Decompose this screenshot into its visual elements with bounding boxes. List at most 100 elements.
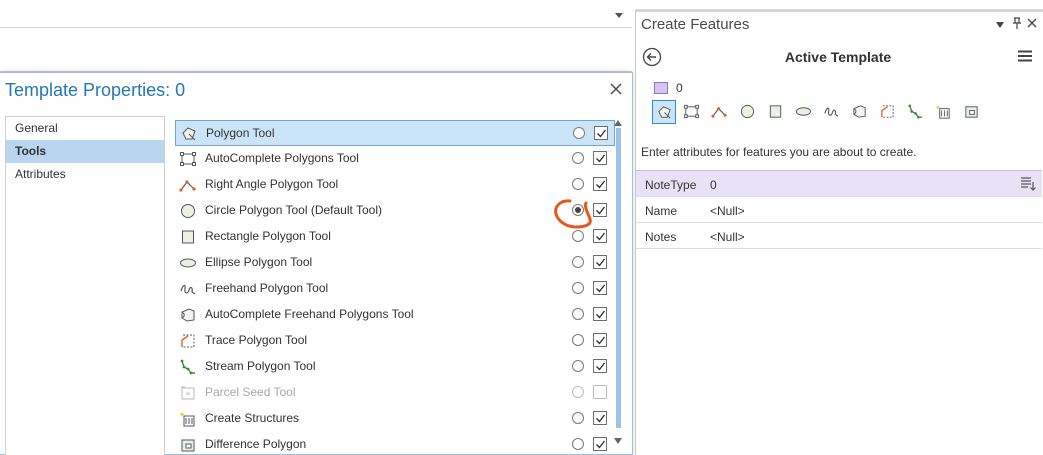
tool-row[interactable]: Right Angle Polygon Tool (175, 172, 615, 198)
field-list-icon[interactable] (1020, 176, 1036, 192)
tool-row[interactable]: Polygon Tool (175, 120, 615, 146)
scroll-up-icon[interactable] (614, 120, 622, 126)
nav-item-attributes[interactable]: Attributes (6, 163, 164, 186)
default-tool-radio[interactable] (572, 360, 584, 372)
default-tool-radio[interactable] (572, 438, 584, 450)
default-tool-radio[interactable] (572, 178, 584, 190)
default-tool-radio[interactable] (572, 152, 584, 164)
close-icon[interactable] (610, 83, 622, 95)
active-template-heading: Active Template (784, 49, 892, 65)
circle-icon (181, 204, 195, 218)
hamburger-menu-icon[interactable] (1018, 50, 1032, 62)
dialog-title: Template Properties: 0 (5, 80, 186, 100)
tool-enabled-checkbox[interactable] (593, 151, 607, 165)
palette-tool-button[interactable] (904, 100, 928, 124)
tool-row[interactable]: Difference Polygon (175, 432, 615, 455)
tool-enabled-checkbox[interactable] (593, 333, 607, 347)
palette-tool-button[interactable] (932, 100, 956, 124)
palette-tool-button[interactable] (876, 100, 900, 124)
palette-tool-button[interactable] (652, 100, 676, 124)
tool-enabled-checkbox[interactable] (593, 437, 607, 451)
tool-enabled-checkbox[interactable] (593, 255, 607, 269)
tool-label: Create Structures (205, 411, 300, 425)
attribute-row[interactable]: Notes <Null> (636, 222, 1042, 249)
default-tool-radio[interactable] (572, 204, 584, 216)
tool-enabled-checkbox[interactable] (594, 126, 608, 140)
rectangle-icon (769, 105, 782, 118)
attribute-value[interactable]: 0 (710, 178, 717, 192)
close-icon[interactable] (1027, 18, 1037, 28)
view-tab-strip (0, 0, 632, 28)
autocomplete-polygon-icon (179, 150, 197, 168)
stream-icon (180, 359, 195, 375)
tool-label: Circle Polygon Tool (Default Tool) (205, 203, 382, 217)
difference-polygon-icon (181, 439, 195, 452)
default-tool-radio[interactable] (572, 282, 584, 294)
template-symbol-swatch (654, 82, 668, 94)
palette-tool-button[interactable] (764, 100, 788, 124)
palette-tool-button[interactable] (792, 100, 816, 124)
default-tool-radio[interactable] (572, 230, 584, 242)
attribute-value[interactable]: <Null> (710, 204, 745, 218)
back-arrow-icon[interactable] (642, 47, 662, 67)
default-tool-radio[interactable] (572, 412, 584, 424)
palette-tool-button[interactable] (736, 100, 760, 124)
tool-row[interactable]: AutoComplete Polygons Tool (175, 146, 615, 172)
attribute-instruction: Enter attributes for features you are ab… (641, 145, 917, 159)
tool-row[interactable]: Circle Polygon Tool (Default Tool) (175, 198, 615, 224)
palette-tool-button[interactable] (960, 100, 984, 124)
attribute-row[interactable]: Name <Null> (636, 196, 1042, 223)
freehand-icon (180, 284, 196, 295)
autocomplete-polygon-icon (180, 152, 196, 166)
tool-row[interactable]: AutoComplete Freehand Polygons Tool (175, 302, 615, 328)
ellipse-icon (180, 258, 196, 268)
default-tool-radio[interactable] (572, 334, 584, 346)
pin-icon[interactable] (1012, 17, 1022, 29)
view-toolbar (0, 28, 632, 72)
default-tool-radio[interactable] (572, 308, 584, 320)
tool-list-scrollbar[interactable] (613, 120, 623, 448)
tool-row[interactable]: Ellipse Polygon Tool (175, 250, 615, 276)
rectangle-icon (182, 230, 194, 244)
scroll-down-icon[interactable] (614, 438, 622, 444)
template-properties-dialog: Template Properties: 0 General Tools Attri… (0, 72, 633, 455)
tool-row[interactable]: Freehand Polygon Tool (175, 276, 615, 302)
tool-enabled-checkbox[interactable] (593, 359, 607, 373)
tool-enabled-checkbox[interactable] (593, 307, 607, 321)
attribute-name: NoteType (645, 178, 697, 192)
tool-enabled-checkbox[interactable] (593, 229, 607, 243)
tool-label: Stream Polygon Tool (205, 359, 316, 373)
tool-label: Difference Polygon (205, 437, 307, 451)
palette-tool-button[interactable] (708, 100, 732, 124)
palette-tool-button[interactable] (680, 100, 704, 124)
scroll-thumb[interactable] (616, 128, 621, 428)
nav-item-tools[interactable]: Tools (6, 140, 164, 163)
freehand-icon (824, 107, 839, 117)
tool-row[interactable]: Rectangle Polygon Tool (175, 224, 615, 250)
nav-item-general[interactable]: General (6, 117, 164, 140)
tool-enabled-checkbox[interactable] (593, 203, 607, 217)
polygon-icon (180, 125, 198, 143)
tool-enabled-checkbox[interactable] (593, 177, 607, 191)
default-tool-radio[interactable] (572, 256, 584, 268)
pane-options-dropdown-icon[interactable] (996, 22, 1004, 28)
create-structures-icon (179, 410, 197, 428)
tool-enabled-checkbox (593, 385, 607, 399)
tool-enabled-checkbox[interactable] (593, 411, 607, 425)
create-structures-icon (935, 104, 950, 119)
default-tool-radio[interactable] (573, 127, 585, 139)
chevron-down-icon[interactable] (614, 12, 624, 20)
attribute-value[interactable]: <Null> (710, 230, 745, 244)
tool-row[interactable]: Parcel Seed Tool (175, 380, 615, 406)
create-features-pane: Create Features Active Template 0 Enter … (635, 9, 1043, 455)
ellipse-icon (795, 107, 812, 116)
palette-tool-button[interactable] (848, 100, 872, 124)
palette-tool-button[interactable] (820, 100, 844, 124)
tool-row[interactable]: Trace Polygon Tool (175, 328, 615, 354)
tool-row[interactable]: Create Structures (175, 406, 615, 432)
tool-enabled-checkbox[interactable] (593, 281, 607, 295)
tool-row[interactable]: Stream Polygon Tool (175, 354, 615, 380)
attribute-name: Name (645, 204, 678, 218)
attribute-row[interactable]: NoteType 0 (636, 170, 1042, 197)
trace-icon (181, 334, 195, 348)
